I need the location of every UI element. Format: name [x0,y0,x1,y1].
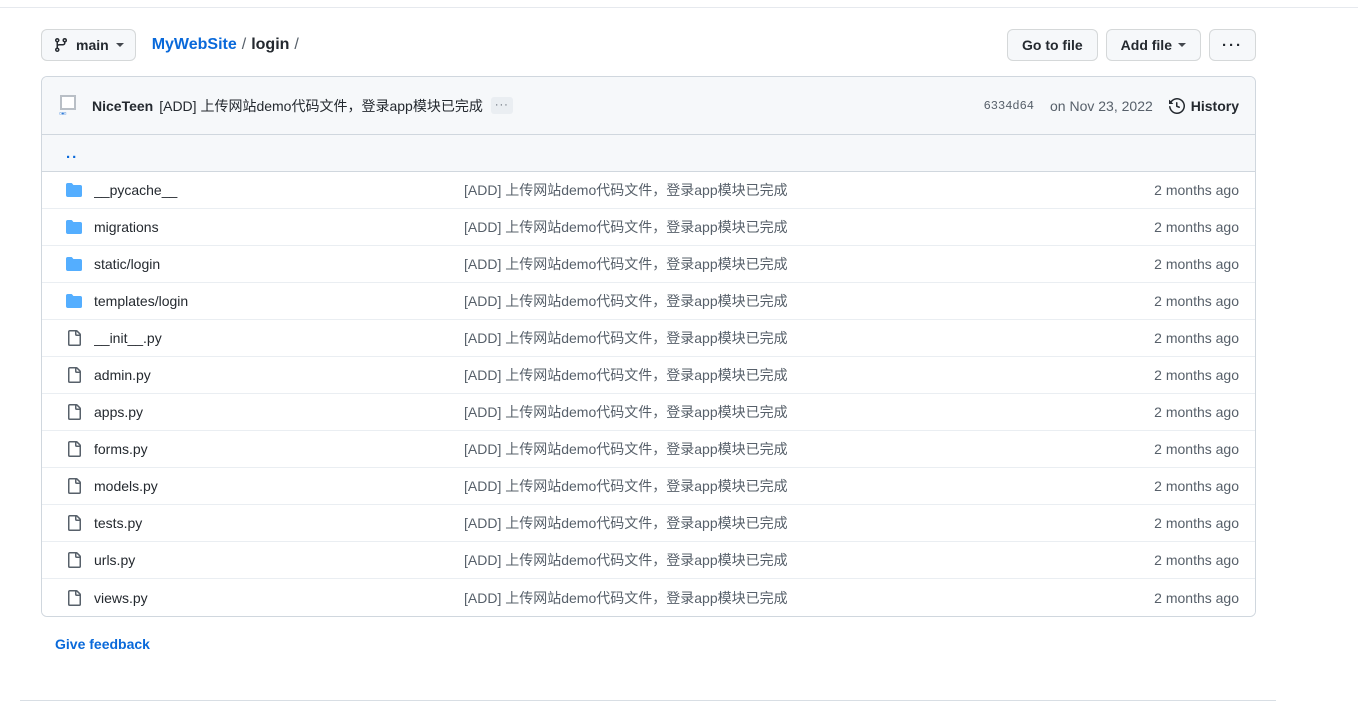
table-row[interactable]: tests.py [ADD] 上传网站demo代码文件，登录app模块已完成 2 m… [42,505,1255,542]
file-icon [58,404,94,420]
go-to-file-button[interactable]: Go to file [1006,29,1098,61]
breadcrumb-repo-link[interactable]: MyWebSite [152,37,237,53]
bottom-divider [20,700,1276,701]
add-file-button[interactable]: Add file [1105,29,1201,61]
more-options-button[interactable]: ··· [1209,29,1256,61]
row-commit-time: 2 months ago [1154,256,1239,272]
row-commit-message-link[interactable]: [ADD] 上传网站demo代码文件，登录app模块已完成 [464,365,1119,385]
file-name-link[interactable]: apps.py [94,404,464,420]
give-feedback-link[interactable]: Give feedback [55,636,150,652]
kebab-icon: ··· [1222,36,1243,54]
add-file-label: Add file [1120,37,1172,53]
row-commit-time: 2 months ago [1154,589,1239,606]
repo-file-browser: main MyWebSite / login / Go to file Add … [0,0,1358,716]
folder-icon [58,256,94,272]
file-name-link[interactable]: admin.py [94,367,464,383]
history-label: History [1190,97,1239,114]
folder-icon [58,219,94,235]
table-row[interactable]: forms.py [ADD] 上传网站demo代码文件，登录app模块已完成 2 m… [42,431,1255,468]
row-commit-message-link[interactable]: [ADD] 上传网站demo代码文件，登录app模块已完成 [464,513,1119,533]
git-branch-icon [53,37,69,53]
breadcrumb-current-dir: login [251,36,290,53]
file-table: ▫▪▫ NiceTeen [ADD] 上传网站demo代码文件，登录app模块已… [41,76,1256,617]
row-commit-time: 2 months ago [1154,552,1239,568]
broken-image-glyph: ▫▪▫ [59,108,67,118]
commit-meta: 6334d64 on Nov 23, 2022 History [984,98,1239,114]
go-to-file-label: Go to file [1021,37,1083,53]
branch-name-label: main [76,37,109,53]
commit-sha-link[interactable]: 6334d64 [984,99,1034,113]
file-name-link[interactable]: models.py [94,478,464,494]
top-divider [0,7,1358,8]
commit-author-link[interactable]: NiceTeen [92,98,153,114]
file-name-link[interactable]: urls.py [94,552,464,568]
history-link[interactable]: History [1168,97,1239,114]
table-row[interactable]: templates/login [ADD] 上传网站demo代码文件，登录app模… [42,283,1255,320]
file-name-link[interactable]: tests.py [94,515,464,531]
table-row[interactable]: __pycache__ [ADD] 上传网站demo代码文件，登录app模块已完成… [42,172,1255,209]
avatar[interactable]: ▫▪▫ [58,93,82,118]
file-icon [58,478,94,494]
repo-toolbar: main MyWebSite / login / Go to file Add … [41,29,1256,61]
table-row[interactable]: apps.py [ADD] 上传网站demo代码文件，登录app模块已完成 2 mo… [42,394,1255,431]
file-rows-container: __pycache__ [ADD] 上传网站demo代码文件，登录app模块已完成… [42,172,1255,616]
directory-name-link[interactable]: migrations [94,219,464,235]
file-icon [58,515,94,531]
file-icon [58,589,94,606]
row-commit-message-link[interactable]: [ADD] 上传网站demo代码文件，登录app模块已完成 [464,550,1119,570]
latest-commit-bar: ▫▪▫ NiceTeen [ADD] 上传网站demo代码文件，登录app模块已… [42,77,1255,135]
clock-history-icon [1168,97,1185,114]
breadcrumb: MyWebSite / login / [152,37,299,53]
file-icon [58,330,94,346]
row-commit-time: 2 months ago [1154,404,1239,420]
row-commit-message-link[interactable]: [ADD] 上传网站demo代码文件，登录app模块已完成 [464,254,1119,274]
row-commit-message-link[interactable]: [ADD] 上传网站demo代码文件，登录app模块已完成 [464,217,1119,237]
expand-commit-message-button[interactable]: ··· [490,97,513,114]
row-commit-message-link[interactable]: [ADD] 上传网站demo代码文件，登录app模块已完成 [464,328,1119,348]
commit-message-link[interactable]: [ADD] 上传网站demo代码文件，登录app模块已完成 [159,96,483,116]
table-row[interactable]: __init__.py [ADD] 上传网站demo代码文件，登录app模块已完成… [42,320,1255,357]
toolbar-actions: Go to file Add file ··· [1006,29,1256,61]
row-commit-time: 2 months ago [1154,219,1239,235]
row-commit-message-link[interactable]: [ADD] 上传网站demo代码文件，登录app模块已完成 [464,180,1119,200]
row-commit-message-link[interactable]: [ADD] 上传网站demo代码文件，登录app模块已完成 [464,476,1119,496]
file-icon [58,552,94,568]
directory-name-link[interactable]: __pycache__ [94,182,464,198]
table-row[interactable]: models.py [ADD] 上传网站demo代码文件，登录app模块已完成 2 … [42,468,1255,505]
breadcrumb-separator-1: / [241,36,247,53]
folder-icon [58,182,94,198]
file-name-link[interactable]: views.py [94,590,464,606]
breadcrumb-separator-2: / [294,36,299,53]
directory-name-link[interactable]: static/login [94,256,464,272]
file-icon [58,367,94,383]
table-row[interactable]: views.py [ADD] 上传网站demo代码文件，登录app模块已完成 2 m… [42,579,1255,616]
file-name-link[interactable]: forms.py [94,441,464,457]
row-commit-message-link[interactable]: [ADD] 上传网站demo代码文件，登录app模块已完成 [464,439,1119,459]
row-commit-time: 2 months ago [1154,330,1239,346]
branch-selector-button[interactable]: main [41,29,136,61]
row-commit-time: 2 months ago [1154,515,1239,531]
chevron-down-icon [115,43,124,47]
row-commit-time: 2 months ago [1154,441,1239,457]
row-commit-message-link[interactable]: [ADD] 上传网站demo代码文件，登录app模块已完成 [464,588,1119,608]
table-row[interactable]: static/login [ADD] 上传网站demo代码文件，登录app模块已完… [42,246,1255,283]
row-commit-time: 2 months ago [1154,478,1239,494]
chevron-down-icon [1178,43,1186,47]
row-commit-message-link[interactable]: [ADD] 上传网站demo代码文件，登录app模块已完成 [464,291,1119,311]
directory-name-link[interactable]: templates/login [94,293,464,309]
file-icon [58,441,94,457]
row-commit-message-link[interactable]: [ADD] 上传网站demo代码文件，登录app模块已完成 [464,402,1119,422]
table-row[interactable]: urls.py [ADD] 上传网站demo代码文件，登录app模块已完成 2 mo… [42,542,1255,579]
table-row[interactable]: migrations [ADD] 上传网站demo代码文件，登录app模块已完成 2… [42,209,1255,246]
file-name-link[interactable]: __init__.py [94,330,464,346]
commit-date: on Nov 23, 2022 [1050,97,1153,114]
parent-directory-row[interactable]: .. [42,135,1255,172]
row-commit-time: 2 months ago [1154,367,1239,383]
row-commit-time: 2 months ago [1154,293,1239,309]
folder-icon [58,293,94,309]
table-row[interactable]: admin.py [ADD] 上传网站demo代码文件，登录app模块已完成 2 m… [42,357,1255,394]
parent-directory-link[interactable]: .. [58,146,78,161]
row-commit-time: 2 months ago [1154,182,1239,198]
broken-image-icon [60,94,76,110]
